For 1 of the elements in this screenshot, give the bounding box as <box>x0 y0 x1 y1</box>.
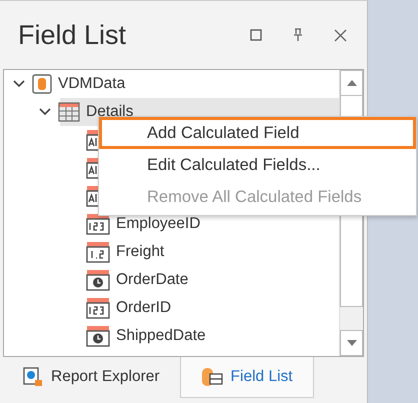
panel-title: Field List <box>18 20 126 50</box>
